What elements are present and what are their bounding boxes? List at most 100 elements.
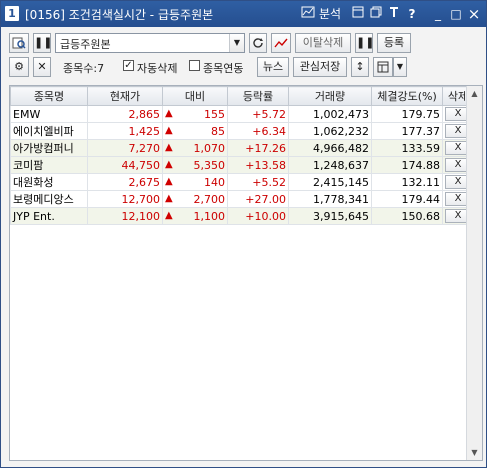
rate-cell: +6.34 — [227, 122, 289, 140]
price-cell: 1,425 — [87, 122, 163, 140]
price-cell: 2,675 — [87, 173, 163, 191]
sort-icon[interactable]: ↕ — [351, 57, 369, 77]
volume-cell: 4,966,482 — [288, 139, 372, 157]
change-cell: ▲ 2,700 — [162, 190, 228, 208]
col-strength[interactable]: 체결강도(%) — [371, 86, 443, 106]
refresh-icon[interactable] — [249, 33, 267, 53]
copy-window-icon[interactable] — [369, 5, 383, 23]
up-arrow-icon: ▲ — [165, 141, 173, 153]
stock-name[interactable]: JYP Ent. — [10, 207, 88, 225]
condition-select-value: 급등주원본 — [60, 38, 111, 51]
volume-cell: 2,415,145 — [288, 173, 372, 191]
chart-icon[interactable] — [271, 33, 291, 53]
col-rate[interactable]: 등락률 — [227, 86, 289, 106]
news-button[interactable]: 뉴스 — [257, 57, 289, 77]
window-number-icon: 1 — [5, 6, 19, 21]
column-settings-dropdown-icon[interactable]: ▼ — [393, 57, 407, 77]
popout-icon[interactable] — [351, 5, 365, 23]
condition-search-button[interactable] — [9, 33, 29, 53]
up-arrow-icon: ▲ — [165, 192, 173, 204]
table-row[interactable]: 코미팜 44,750 ▲ 5,350 +13.58 1,248,637 174.8… — [10, 156, 474, 174]
price-cell: 12,700 — [87, 190, 163, 208]
change-cell: ▲ 85 — [162, 122, 228, 140]
options-toolbar: ⚙ ✕ 종목수:7 ✓ 자동삭제 종목연동 뉴스 관심저장 ↕ ▼ — [9, 57, 481, 79]
strength-cell: 150.68 — [371, 207, 443, 225]
rate-cell: +27.00 — [227, 190, 289, 208]
help-button[interactable]: ? — [405, 5, 419, 23]
scroll-down-icon[interactable]: ▼ — [467, 445, 482, 460]
pause-icon[interactable]: ❚❚ — [33, 33, 52, 53]
chevron-down-icon[interactable]: ▼ — [229, 34, 244, 52]
table-row[interactable]: 보령메디앙스 12,700 ▲ 2,700 +27.00 1,778,341 17… — [10, 190, 474, 208]
rate-cell: +13.58 — [227, 156, 289, 174]
column-settings-icon[interactable] — [373, 57, 393, 77]
change-cell: ▲ 1,070 — [162, 139, 228, 157]
strength-cell: 177.37 — [371, 122, 443, 140]
table-header: 종목명 현재가 대비 등락률 거래량 체결강도(%) 삭제 — [10, 86, 474, 106]
gear-icon[interactable]: ⚙ — [9, 57, 29, 77]
watchlist-save-button[interactable]: 관심저장 — [293, 57, 347, 77]
col-volume[interactable]: 거래량 — [288, 86, 372, 106]
up-arrow-icon: ▲ — [165, 107, 173, 119]
strength-cell: 179.44 — [371, 190, 443, 208]
volume-cell: 1,778,341 — [288, 190, 372, 208]
auto-delete-label[interactable]: 자동삭제 — [137, 60, 177, 76]
result-grid: 종목명 현재가 대비 등락률 거래량 체결강도(%) 삭제 EMW 2,865 … — [9, 85, 483, 461]
table-row[interactable]: 대원화성 2,675 ▲ 140 +5.52 2,415,145 132.11 X — [10, 173, 474, 191]
volume-cell: 1,002,473 — [288, 105, 372, 123]
change-cell: ▲ 155 — [162, 105, 228, 123]
up-arrow-icon: ▲ — [165, 209, 173, 221]
table-row[interactable]: 에이치엘비파 1,425 ▲ 85 +6.34 1,062,232 177.37 … — [10, 122, 474, 140]
chart-analysis-icon[interactable] — [301, 5, 315, 23]
condition-select[interactable]: 급등주원본 ▼ — [55, 33, 245, 53]
stock-name[interactable]: 대원화성 — [10, 173, 88, 191]
vertical-scrollbar[interactable]: ▲ ▼ — [466, 86, 482, 460]
scroll-up-icon[interactable]: ▲ — [467, 86, 482, 101]
clear-icon[interactable]: ✕ — [33, 57, 51, 77]
rate-cell: +17.26 — [227, 139, 289, 157]
change-cell: ▲ 140 — [162, 173, 228, 191]
window-title: [0156] 조건검색실시간 - 급등주원본 — [25, 8, 214, 22]
stock-link-label[interactable]: 종목연동 — [203, 60, 243, 76]
pause-realtime-icon[interactable]: ❚❚ — [355, 33, 374, 53]
rate-cell: +10.00 — [227, 207, 289, 225]
rate-cell: +5.52 — [227, 173, 289, 191]
stock-name[interactable]: EMW — [10, 105, 88, 123]
price-cell: 2,865 — [87, 105, 163, 123]
col-name[interactable]: 종목명 — [10, 86, 88, 106]
table-row[interactable]: JYP Ent. 12,100 ▲ 1,100 +10.00 3,915,645 … — [10, 207, 474, 225]
volume-cell: 1,062,232 — [288, 122, 372, 140]
pin-icon[interactable] — [387, 5, 401, 23]
auto-delete-checkbox[interactable]: ✓ — [123, 60, 134, 71]
rate-cell: +5.72 — [227, 105, 289, 123]
strength-cell: 179.75 — [371, 105, 443, 123]
table-row[interactable]: EMW 2,865 ▲ 155 +5.72 1,002,473 179.75 X — [10, 105, 474, 123]
table-row[interactable]: 아가방컴퍼니 7,270 ▲ 1,070 +17.26 4,966,482 133… — [10, 139, 474, 157]
strength-cell: 132.11 — [371, 173, 443, 191]
close-button[interactable]: × — [467, 5, 481, 23]
stock-name[interactable]: 에이치엘비파 — [10, 122, 88, 140]
stock-name[interactable]: 아가방컴퍼니 — [10, 139, 88, 157]
minimize-button[interactable]: _ — [431, 5, 445, 23]
up-arrow-icon: ▲ — [165, 175, 173, 187]
up-arrow-icon: ▲ — [165, 158, 173, 170]
stock-name[interactable]: 코미팜 — [10, 156, 88, 174]
register-button[interactable]: 등록 — [377, 33, 411, 53]
price-cell: 7,270 — [87, 139, 163, 157]
strength-cell: 133.59 — [371, 139, 443, 157]
title-bar[interactable]: 1 [0156] 조건검색실시간 - 급등주원본 분석 ? _ □ × — [1, 1, 486, 27]
exit-delete-button[interactable]: 이탈삭제 — [295, 33, 351, 53]
volume-cell: 3,915,645 — [288, 207, 372, 225]
stock-count-label: 종목수:7 — [63, 62, 105, 75]
change-cell: ▲ 1,100 — [162, 207, 228, 225]
col-price[interactable]: 현재가 — [87, 86, 163, 106]
analysis-button[interactable]: 분석 — [317, 5, 343, 23]
stock-link-checkbox[interactable] — [189, 60, 200, 71]
stock-table: 종목명 현재가 대비 등락률 거래량 체결강도(%) 삭제 EMW 2,865 … — [10, 86, 474, 225]
change-cell: ▲ 5,350 — [162, 156, 228, 174]
price-cell: 12,100 — [87, 207, 163, 225]
col-change[interactable]: 대비 — [162, 86, 228, 106]
price-cell: 44,750 — [87, 156, 163, 174]
maximize-button[interactable]: □ — [449, 5, 463, 23]
stock-name[interactable]: 보령메디앙스 — [10, 190, 88, 208]
